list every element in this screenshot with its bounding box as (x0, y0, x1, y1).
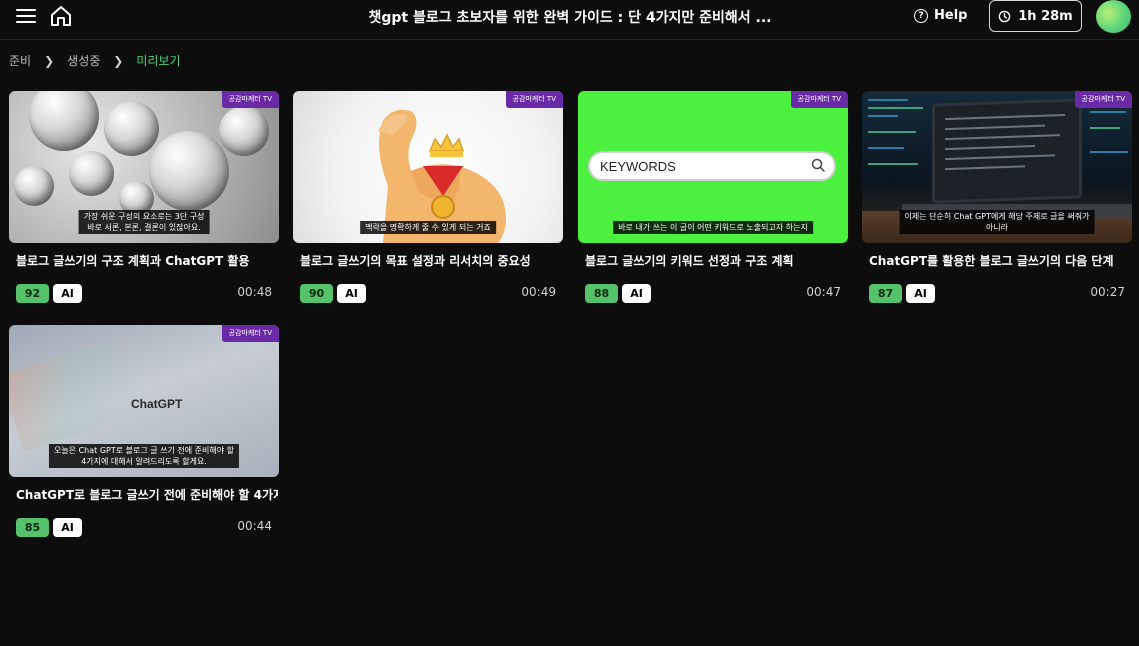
channel-badge: 공감마케터 TV (1074, 91, 1132, 108)
caption-subtitle: 바로 내가 쓰는 이 글이 어떤 키워드로 노출되고자 하는지 (613, 221, 813, 234)
chevron-right-icon: ❯ (113, 53, 124, 68)
caption-line: 바로 서론, 본론, 결론이 있잖아요. (87, 223, 201, 232)
caption-line: 오늘은 Chat GPT로 블로그 글 쓰기 전에 준비해야 할 (53, 446, 235, 455)
breadcrumb-step-prepare[interactable]: 준비 (9, 52, 31, 69)
top-bar: 챗gpt 블로그 초보자를 위한 완벽 가이드 : 단 4가지만 준비해서 ..… (0, 0, 1139, 40)
channel-badge: 공감마케터 TV (505, 91, 563, 108)
card-title[interactable]: 블로그 글쓰기의 목표 설정과 리서치의 중요성 (300, 252, 562, 269)
video-card[interactable]: 공감마케터 TV 가장 쉬운 구성의 요소로는 3단 구성 바로 서론, 본론,… (9, 91, 279, 311)
video-card[interactable]: 공감마케터 TV 맥락을 명확하게 줄 수 있게 되는 거죠 블로그 글쓰기의 … (293, 91, 563, 311)
card-title[interactable]: ChatGPT를 활용한 블로그 글쓰기의 다음 단계 (869, 252, 1131, 269)
video-thumbnail[interactable]: KEYWORDS 공감마케터 TV 바로 내가 쓰는 이 글이 어떤 키워드로 … (578, 91, 848, 243)
score-badge: 90 (300, 284, 333, 303)
card-title[interactable]: 블로그 글쓰기의 키워드 선정과 구조 계획 (585, 252, 847, 269)
hamburger-menu-icon[interactable] (14, 6, 38, 26)
ai-tag: AI (53, 284, 82, 303)
caption-line: 4가지에 대해서 알려드리도록 할게요. (81, 457, 207, 466)
score-badge: 88 (585, 284, 618, 303)
avatar[interactable] (1096, 0, 1131, 33)
video-card[interactable]: 공감마케터 TV 이제는 단순히 Chat GPT에게 해당 주제로 글을 써줘… (862, 91, 1132, 311)
duration: 00:44 (237, 519, 272, 533)
channel-badge: 공감마케터 TV (221, 325, 279, 342)
caption-subtitle: 오늘은 Chat GPT로 블로그 글 쓰기 전에 준비해야 할 4가지에 대해… (48, 444, 240, 468)
score-badge: 92 (16, 284, 49, 303)
caption-line: 가장 쉬운 구성의 요소로는 3단 구성 (83, 212, 205, 221)
video-thumbnail[interactable]: ChatGPT 공감마케터 TV 오늘은 Chat GPT로 블로그 글 쓰기 … (9, 325, 279, 477)
caption-subtitle: 이제는 단순히 Chat GPT에게 해당 주제로 글을 써줘가 아니라 (899, 210, 1095, 234)
ai-tag: AI (337, 284, 366, 303)
caption-line: 맥락을 명확하게 줄 수 있게 되는 거죠 (365, 223, 491, 232)
breadcrumb-step-preview[interactable]: 미리보기 (136, 52, 180, 69)
laptop-illustration (932, 98, 1082, 204)
score-badge: 85 (16, 518, 49, 537)
caption-subtitle: 맥락을 명확하게 줄 수 있게 되는 거죠 (360, 221, 496, 234)
video-thumbnail[interactable]: 공감마케터 TV 이제는 단순히 Chat GPT에게 해당 주제로 글을 써줘… (862, 91, 1132, 243)
score-badge: 87 (869, 284, 902, 303)
video-card[interactable]: ChatGPT 공감마케터 TV 오늘은 Chat GPT로 블로그 글 쓰기 … (9, 325, 279, 545)
timer-button[interactable]: 1h 28m (989, 0, 1082, 32)
caption-line: 아니라 (985, 223, 1009, 232)
search-icon (811, 158, 825, 172)
video-thumbnail[interactable]: 공감마케터 TV 맥락을 명확하게 줄 수 있게 되는 거죠 (293, 91, 563, 243)
timer-label: 1h 28m (1018, 8, 1073, 24)
ai-tag: AI (906, 284, 935, 303)
search-bar-illustration: KEYWORDS (588, 151, 836, 181)
question-icon: ? (914, 8, 928, 23)
chevron-right-icon: ❯ (44, 53, 55, 68)
caption-subtitle: 가장 쉬운 구성의 요소로는 3단 구성 바로 서론, 본론, 결론이 있잖아요… (78, 210, 210, 234)
clock-icon (998, 10, 1011, 22)
help-label: Help (934, 8, 968, 23)
card-title[interactable]: 블로그 글쓰기의 구조 계획과 ChatGPT 활용 (16, 252, 278, 269)
duration: 00:49 (521, 285, 556, 299)
help-button[interactable]: ? Help (914, 8, 967, 23)
channel-badge: 공감마케터 TV (221, 91, 279, 108)
ai-tag: AI (53, 518, 82, 537)
project-title: 챗gpt 블로그 초보자를 위한 완벽 가이드 : 단 4가지만 준비해서 ..… (368, 10, 772, 26)
channel-badge: 공감마케터 TV (790, 91, 848, 108)
card-title[interactable]: ChatGPT로 블로그 글쓰기 전에 준비해야 할 4가지 (16, 486, 278, 503)
search-bar-text: KEYWORDS (600, 159, 676, 174)
duration: 00:48 (237, 285, 272, 299)
caption-line: 이제는 단순히 Chat GPT에게 해당 주제로 글을 써줘가 (904, 212, 1090, 221)
video-card[interactable]: KEYWORDS 공감마케터 TV 바로 내가 쓰는 이 글이 어떤 키워드로 … (578, 91, 848, 311)
ai-tag: AI (622, 284, 651, 303)
home-icon[interactable] (48, 3, 74, 29)
breadcrumb-step-generating[interactable]: 생성중 (67, 52, 100, 69)
video-thumbnail[interactable]: 공감마케터 TV 가장 쉬운 구성의 요소로는 3단 구성 바로 서론, 본론,… (9, 91, 279, 243)
paper-heading: ChatGPT (131, 397, 183, 411)
breadcrumb: 준비 ❯ 생성중 ❯ 미리보기 (9, 52, 181, 69)
duration: 00:47 (806, 285, 841, 299)
duration: 00:27 (1090, 285, 1125, 299)
caption-line: 바로 내가 쓰는 이 글이 어떤 키워드로 노출되고자 하는지 (618, 223, 808, 232)
